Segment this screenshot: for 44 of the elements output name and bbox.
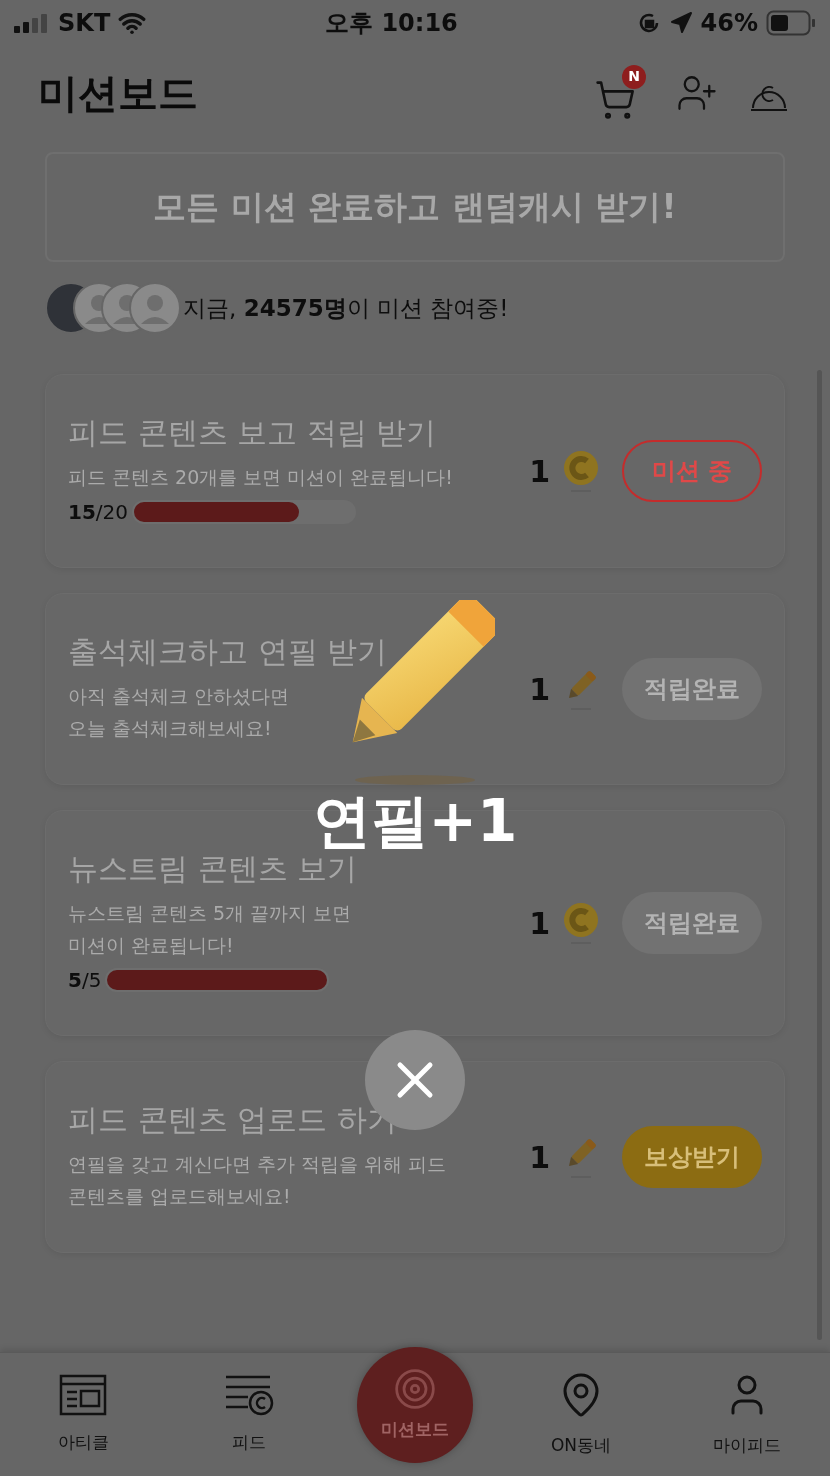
mission-description: 뉴스트림 콘텐츠 5개 끝까지 보면 — [68, 901, 353, 926]
participants-text: 지금, 24575명이 미션 참여중! — [183, 293, 509, 323]
mission-description: 오늘 출석체크해보세요! — [68, 716, 273, 741]
mission-button[interactable]: 보상받기 — [622, 1126, 762, 1188]
nav-tab[interactable]: 피드 — [166, 1353, 332, 1476]
nav-tab[interactable]: ON동네 — [498, 1353, 664, 1476]
mission-description: 아직 출석체크 안하셨다면 — [68, 684, 291, 709]
mission-description: 콘텐츠를 업로드해보세요! — [68, 1184, 292, 1209]
article-icon — [59, 1373, 107, 1416]
reward-amount: 1 — [529, 452, 550, 491]
mission-description: 피드 콘텐츠 20개를 보면 미션이 완료됩니다! — [68, 465, 454, 490]
mission-description: 미션이 완료됩니다! — [68, 933, 235, 958]
progress-count: 15/20 — [68, 499, 129, 526]
coin-icon — [562, 901, 600, 945]
carrier-label: SKT — [58, 7, 111, 39]
new-badge: N — [622, 64, 646, 89]
location-arrow-icon — [668, 10, 693, 35]
status-time: 오후 10:16 — [325, 7, 458, 39]
battery-percent: 46% — [700, 7, 758, 39]
signal-icon — [14, 12, 50, 33]
mission-title: 뉴스트림 콘텐츠 보기 — [68, 851, 359, 887]
mission-button[interactable]: 적립완료 — [622, 658, 762, 720]
cart-button[interactable]: N — [594, 64, 646, 121]
mission-banner[interactable]: 모든 미션 완료하고 랜덤캐시 받기! — [45, 152, 785, 262]
reward-popup-text: 연필+1 — [312, 792, 518, 850]
reward-amount: 1 — [529, 904, 550, 943]
mission-button[interactable]: 미션 중 — [622, 440, 762, 502]
reward-amount: 1 — [529, 670, 550, 709]
battery-icon — [766, 9, 816, 36]
mission-button[interactable]: 적립완료 — [622, 892, 762, 954]
nav-tab[interactable]: 마이피드 — [664, 1353, 830, 1476]
reward-amount: 1 — [529, 1138, 550, 1177]
nav-tab[interactable]: 아티클 — [0, 1353, 166, 1476]
banner-text: 모든 미션 완료하고 랜덤캐시 받기! — [153, 186, 677, 229]
nav-tab[interactable]: 미션보드 — [357, 1347, 473, 1463]
target-icon — [393, 1367, 437, 1412]
progress-count: 5/5 — [68, 967, 102, 994]
page-title: 미션보드 — [38, 68, 198, 118]
feed-icon — [224, 1373, 274, 1416]
avatar — [129, 282, 181, 334]
mission-description: 연필을 갖고 계신다면 추가 적립을 위해 피드 — [68, 1152, 448, 1177]
coin-icon — [562, 449, 600, 493]
mission-title: 출석체크하고 연필 받기 — [68, 634, 389, 670]
mission-title: 피드 콘텐츠 보고 적립 받기 — [68, 415, 438, 451]
